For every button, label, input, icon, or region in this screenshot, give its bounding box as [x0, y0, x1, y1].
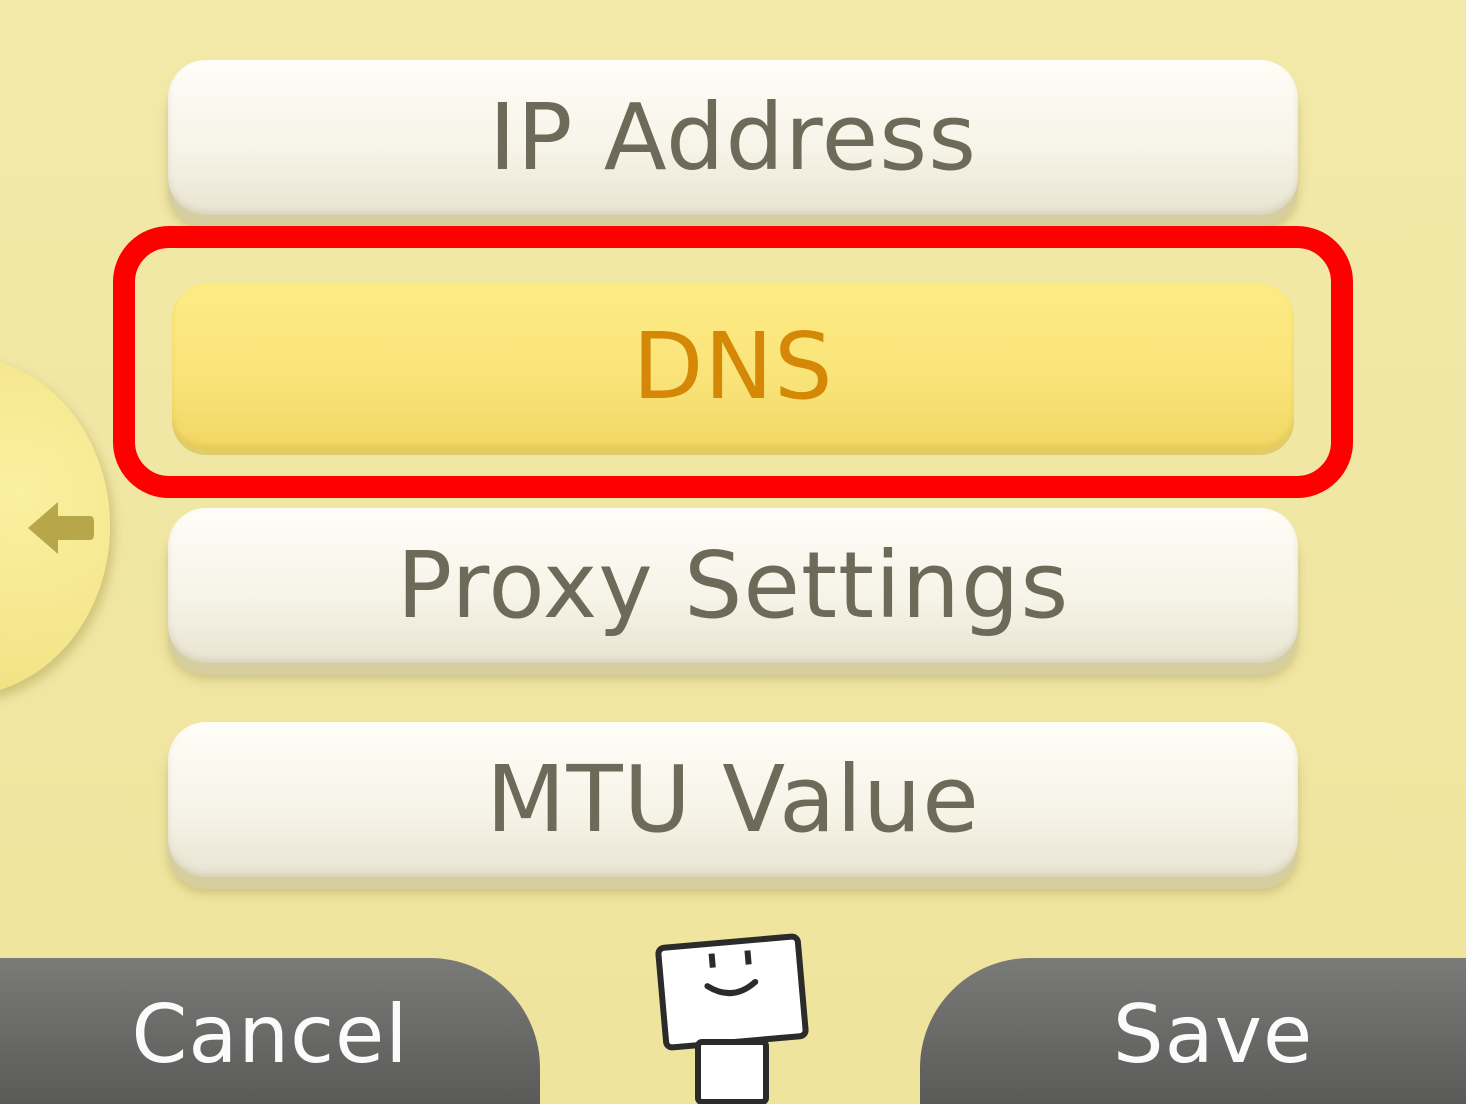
ip-address-button[interactable]: IP Address — [168, 60, 1298, 215]
save-label: Save — [1112, 988, 1314, 1081]
dns-button[interactable]: DNS — [172, 284, 1294, 449]
smiley-robot-icon — [655, 933, 809, 1104]
cancel-button[interactable]: Cancel — [0, 958, 540, 1104]
dns-label: DNS — [632, 312, 834, 420]
ip-address-label: IP Address — [488, 83, 978, 191]
mtu-value-label: MTU Value — [486, 745, 980, 853]
arrow-left-icon[interactable] — [28, 500, 94, 556]
save-button[interactable]: Save — [920, 958, 1466, 1104]
cancel-label: Cancel — [131, 988, 409, 1081]
proxy-settings-button[interactable]: Proxy Settings — [168, 508, 1298, 663]
network-settings-screen: IP Address DNS Proxy Settings MTU Value … — [0, 0, 1466, 1104]
proxy-settings-label: Proxy Settings — [396, 531, 1070, 639]
mtu-value-button[interactable]: MTU Value — [168, 722, 1298, 877]
